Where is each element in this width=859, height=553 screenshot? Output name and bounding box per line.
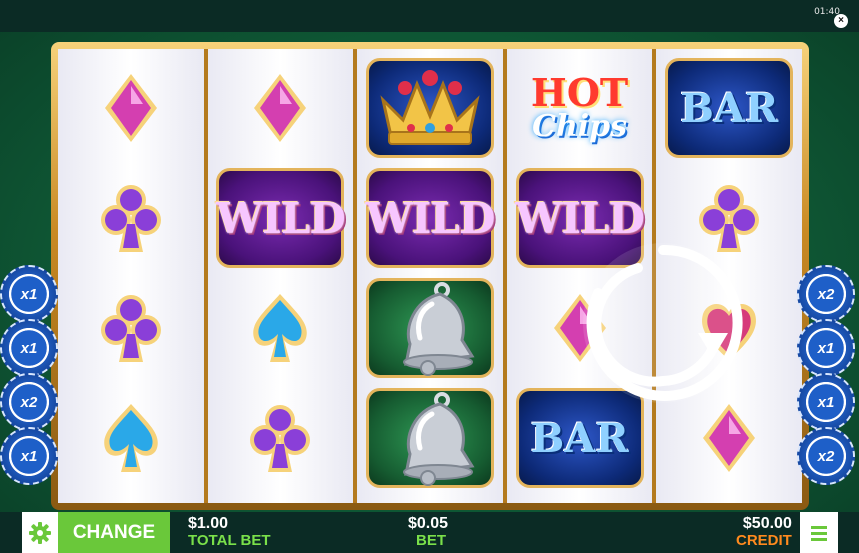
credit-display: $50.00 CREDIT (736, 515, 792, 549)
diamond-symbol (208, 53, 354, 163)
bar-symbol: BAR (656, 53, 802, 163)
hot-text: HOT (530, 70, 629, 115)
bell-symbol (357, 273, 503, 383)
credit-value: $50.00 (742, 515, 792, 532)
chips-text: Chips (532, 109, 628, 144)
club-symbol (208, 383, 354, 493)
reel-1 (58, 49, 204, 503)
left-multiplier-chip: x1 (0, 319, 58, 377)
right-multiplier-chip: x2 (797, 265, 855, 323)
total-bet-label: TOTAL BET (188, 532, 271, 549)
spade-icon (253, 294, 308, 362)
club-icon (100, 295, 161, 362)
bar-text: BAR (680, 84, 779, 132)
multiplier-label: x1 (20, 285, 38, 303)
game-screen: 01:40 × WILD WILD HOT Chips WILD BAR BAR… (0, 0, 859, 553)
spin-arrow-icon[interactable] (578, 238, 748, 408)
hamburger-menu-icon (811, 525, 827, 541)
diamond-icon (703, 404, 756, 472)
settings-button[interactable] (22, 512, 58, 553)
bottom-bar: CHANGE $1.00 TOTAL BET $0.05 BET $50.00 … (0, 512, 859, 553)
bell-icon (402, 392, 475, 486)
wild-text: WILD (365, 193, 496, 243)
total-bet-display: $1.00 TOTAL BET (188, 515, 271, 549)
wild-tile: WILD (216, 168, 346, 268)
bet-label: BET (416, 532, 446, 549)
wild-tile: WILD (365, 168, 496, 268)
bar-tile: BAR (665, 58, 794, 158)
wild-symbol: WILD (208, 163, 354, 273)
wild-symbol: WILD (357, 163, 503, 273)
club-symbol (58, 273, 204, 383)
spade-icon (104, 404, 158, 472)
hot-chips-symbol: HOT Chips (507, 53, 653, 163)
crown-symbol (357, 53, 503, 163)
multiplier-label: x2 (817, 447, 835, 465)
bet-value: $0.05 (408, 515, 449, 532)
change-bet-button[interactable]: CHANGE (58, 512, 170, 553)
bell-symbol (357, 383, 503, 493)
spade-symbol (208, 273, 354, 383)
bar-text: BAR (530, 414, 629, 462)
bell-tile (365, 388, 494, 488)
crown-tile (365, 58, 494, 158)
right-multiplier-chip: x2 (797, 427, 855, 485)
right-multiplier-chip: x1 (797, 319, 855, 377)
left-multiplier-chip: x2 (0, 373, 58, 431)
left-multiplier-chips: x1 x1 x2 x1 (0, 265, 60, 485)
close-icon: × (838, 15, 844, 26)
club-icon (250, 405, 311, 472)
multiplier-label: x2 (817, 285, 835, 303)
left-multiplier-chip: x1 (0, 427, 58, 485)
multiplier-label: x1 (20, 447, 38, 465)
reel-3: WILD (357, 49, 503, 503)
menu-button[interactable] (800, 512, 838, 553)
gear-icon (29, 521, 51, 544)
crown-icon (380, 70, 480, 145)
multiplier-label: x1 (20, 339, 38, 357)
reel-2: WILD (207, 49, 354, 503)
hot-chips-logo: HOT Chips (531, 74, 628, 142)
diamond-icon (104, 74, 157, 142)
credit-label: CREDIT (736, 532, 792, 549)
right-multiplier-chip: x1 (797, 373, 855, 431)
top-status-bar: 01:40 × (0, 0, 859, 32)
multiplier-label: x1 (817, 393, 835, 411)
club-symbol (58, 163, 204, 273)
multiplier-label: x2 (20, 393, 38, 411)
wild-text: WILD (515, 193, 645, 243)
bell-tile (365, 278, 494, 378)
bell-icon (402, 282, 475, 376)
diamond-icon (254, 74, 307, 142)
left-multiplier-chip: x1 (0, 265, 58, 323)
multiplier-label: x1 (817, 339, 835, 357)
spade-symbol (58, 383, 204, 493)
right-multiplier-chips: x2 x1 x1 x2 (797, 265, 857, 485)
total-bet-value: $1.00 (188, 515, 229, 532)
wild-text: WILD (216, 193, 346, 243)
close-button[interactable]: × (834, 14, 848, 28)
diamond-symbol (58, 53, 204, 163)
bet-display: $0.05 BET (408, 515, 449, 549)
club-icon (100, 185, 161, 252)
